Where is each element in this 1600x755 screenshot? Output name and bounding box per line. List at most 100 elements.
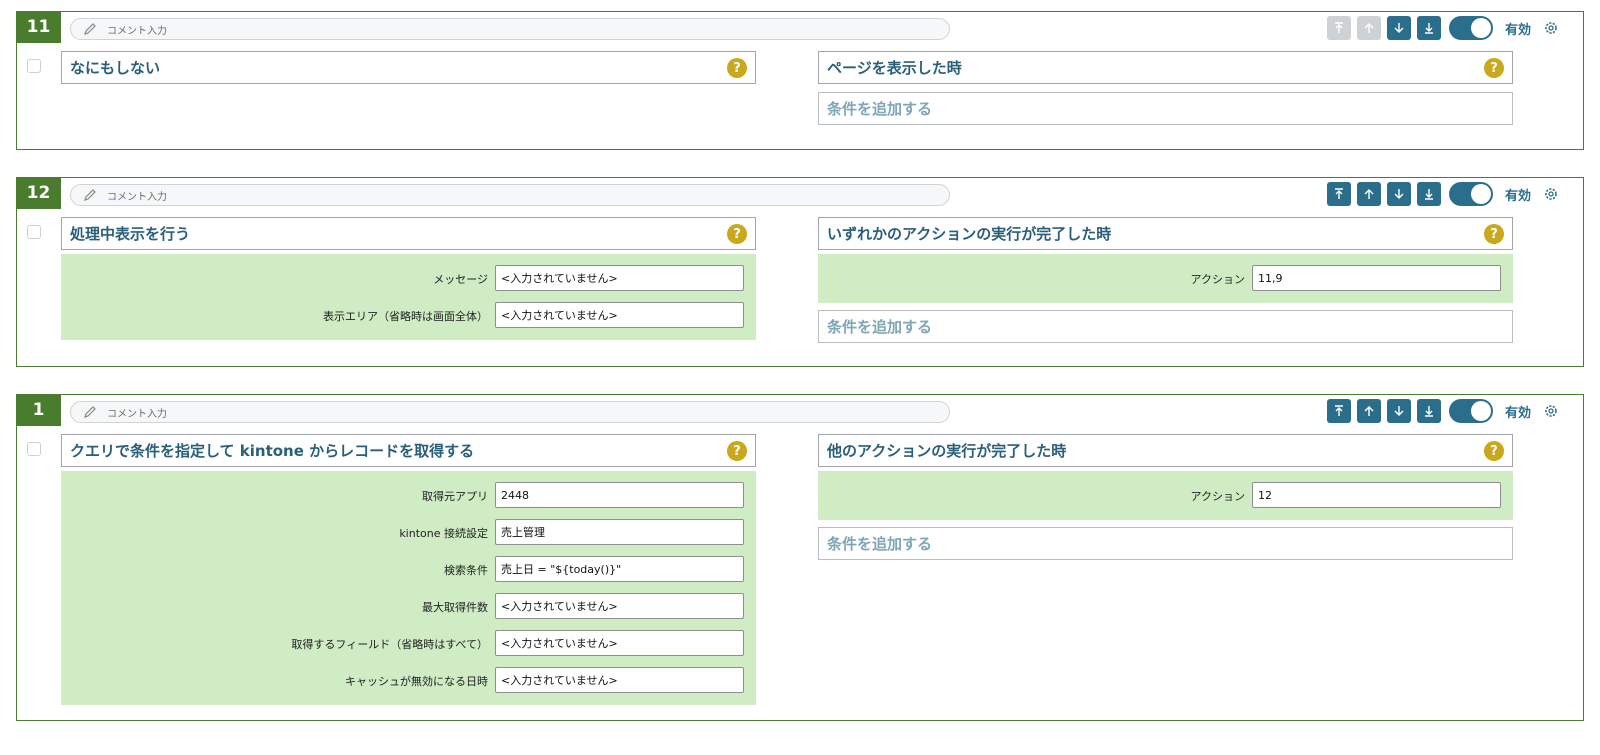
block-number: 12 (16, 177, 61, 209)
param-label: キャッシュが無効になる日時 (345, 675, 488, 688)
action-block-12: 12 コメント入力 有効 処理中表示を行う ? メッセージ <入力されていません… (16, 177, 1584, 367)
comment-placeholder: コメント入力 (107, 191, 167, 203)
comment-input[interactable]: コメント入力 (70, 184, 950, 206)
param-label: 取得するフィールド（省略時はすべて） (291, 638, 488, 651)
move-top-icon (1334, 188, 1343, 199)
param-label: アクション (1190, 273, 1245, 286)
gear-icon[interactable] (1543, 403, 1559, 419)
move-bottom-button[interactable] (1416, 16, 1441, 40)
block-number: 11 (16, 11, 61, 43)
toggle-knob (1470, 401, 1491, 421)
param-input[interactable]: 売上管理 (495, 519, 744, 545)
param-label: メッセージ (433, 273, 488, 286)
enable-toggle[interactable] (1448, 182, 1493, 206)
block-toolbar: 有効 (1321, 182, 1559, 206)
arrow-down-icon (1394, 189, 1404, 199)
param-label: 取得元アプリ (422, 490, 488, 503)
param-input[interactable]: <入力されていません> (495, 630, 744, 656)
action-block-1: 1 コメント入力 有効 クエリで条件を指定して kintone からレコードを取… (16, 394, 1584, 721)
move-bottom-icon (1424, 406, 1433, 417)
arrow-up-icon (1364, 189, 1374, 199)
move-down-button[interactable] (1386, 182, 1411, 206)
action-params-panel: 取得元アプリ 2448 kintone 接続設定 売上管理 検索条件 売上日 =… (61, 471, 756, 705)
move-down-button[interactable] (1386, 16, 1411, 40)
select-checkbox[interactable] (27, 442, 41, 456)
move-top-button[interactable] (1326, 399, 1351, 423)
help-icon[interactable]: ? (1484, 441, 1504, 461)
block-toolbar: 有効 (1321, 16, 1559, 40)
comment-placeholder: コメント入力 (107, 25, 167, 37)
condition-params-panel: アクション 12 (818, 471, 1513, 520)
move-up-button[interactable] (1356, 182, 1381, 206)
move-top-icon (1334, 22, 1343, 33)
condition-selector[interactable]: 他のアクションの実行が完了した時 ? (818, 434, 1513, 467)
add-condition-button[interactable]: 条件を追加する (818, 310, 1513, 343)
select-checkbox[interactable] (27, 225, 41, 239)
move-up-button[interactable] (1356, 399, 1381, 423)
add-condition-button[interactable]: 条件を追加する (818, 527, 1513, 560)
action-title: 処理中表示を行う (70, 225, 191, 243)
action-selector[interactable]: なにもしない ? (61, 51, 756, 84)
comment-placeholder: コメント入力 (107, 408, 167, 420)
param-label: 検索条件 (444, 564, 488, 577)
enable-label: 有効 (1504, 405, 1531, 421)
param-label: 最大取得件数 (422, 601, 488, 614)
condition-title: いずれかのアクションの実行が完了した時 (827, 225, 1112, 243)
comment-input[interactable]: コメント入力 (70, 401, 950, 423)
select-checkbox[interactable] (27, 59, 41, 73)
param-label: アクション (1190, 490, 1245, 503)
move-bottom-button[interactable] (1416, 182, 1441, 206)
param-input[interactable]: <入力されていません> (495, 593, 744, 619)
condition-params-panel: アクション 11,9 (818, 254, 1513, 303)
action-title: クエリで条件を指定して kintone からレコードを取得する (70, 442, 475, 460)
param-input[interactable]: 11,9 (1252, 265, 1501, 291)
arrow-up-icon (1364, 406, 1374, 416)
move-top-button[interactable] (1326, 182, 1351, 206)
arrow-down-icon (1394, 406, 1404, 416)
toggle-knob (1470, 184, 1491, 204)
gear-icon[interactable] (1543, 186, 1559, 202)
add-condition-label: 条件を追加する (827, 100, 933, 118)
action-selector[interactable]: 処理中表示を行う ? (61, 217, 756, 250)
param-label: kintone 接続設定 (399, 527, 488, 540)
gear-icon[interactable] (1543, 20, 1559, 36)
move-down-button[interactable] (1386, 399, 1411, 423)
condition-title: ページを表示した時 (827, 59, 962, 77)
add-condition-label: 条件を追加する (827, 318, 933, 336)
help-icon[interactable]: ? (727, 224, 747, 244)
param-input[interactable]: <入力されていません> (495, 265, 744, 291)
condition-selector[interactable]: ページを表示した時 ? (818, 51, 1513, 84)
param-input[interactable]: <入力されていません> (495, 667, 744, 693)
pencil-icon (84, 189, 96, 201)
block-toolbar: 有効 (1321, 399, 1559, 423)
move-top-button[interactable] (1326, 16, 1351, 40)
param-input[interactable]: 売上日 = "${today()}" (495, 556, 744, 582)
param-input[interactable]: 12 (1252, 482, 1501, 508)
add-condition-button[interactable]: 条件を追加する (818, 92, 1513, 125)
pencil-icon (84, 23, 96, 35)
condition-selector[interactable]: いずれかのアクションの実行が完了した時 ? (818, 217, 1513, 250)
action-block-11: 11 コメント入力 有効 なにもしない ? ページを表示した時 ? 条件を追加す… (16, 11, 1584, 150)
pencil-icon (84, 406, 96, 418)
move-up-button[interactable] (1356, 16, 1381, 40)
comment-input[interactable]: コメント入力 (70, 18, 950, 40)
toggle-knob (1470, 18, 1491, 38)
help-icon[interactable]: ? (1484, 58, 1504, 78)
move-top-icon (1334, 405, 1343, 416)
enable-label: 有効 (1504, 22, 1531, 38)
move-bottom-button[interactable] (1416, 399, 1441, 423)
help-icon[interactable]: ? (1484, 224, 1504, 244)
enable-toggle[interactable] (1448, 16, 1493, 40)
block-number: 1 (16, 394, 61, 426)
enable-toggle[interactable] (1448, 399, 1493, 423)
move-bottom-icon (1424, 189, 1433, 200)
help-icon[interactable]: ? (727, 441, 747, 461)
action-title: なにもしない (70, 59, 161, 77)
param-input[interactable]: 2448 (495, 482, 744, 508)
condition-title: 他のアクションの実行が完了した時 (827, 442, 1067, 460)
enable-label: 有効 (1504, 188, 1531, 204)
help-icon[interactable]: ? (727, 58, 747, 78)
param-input[interactable]: <入力されていません> (495, 302, 744, 328)
action-selector[interactable]: クエリで条件を指定して kintone からレコードを取得する ? (61, 434, 756, 467)
action-params-panel: メッセージ <入力されていません> 表示エリア（省略時は画面全体） <入力されて… (61, 254, 756, 340)
